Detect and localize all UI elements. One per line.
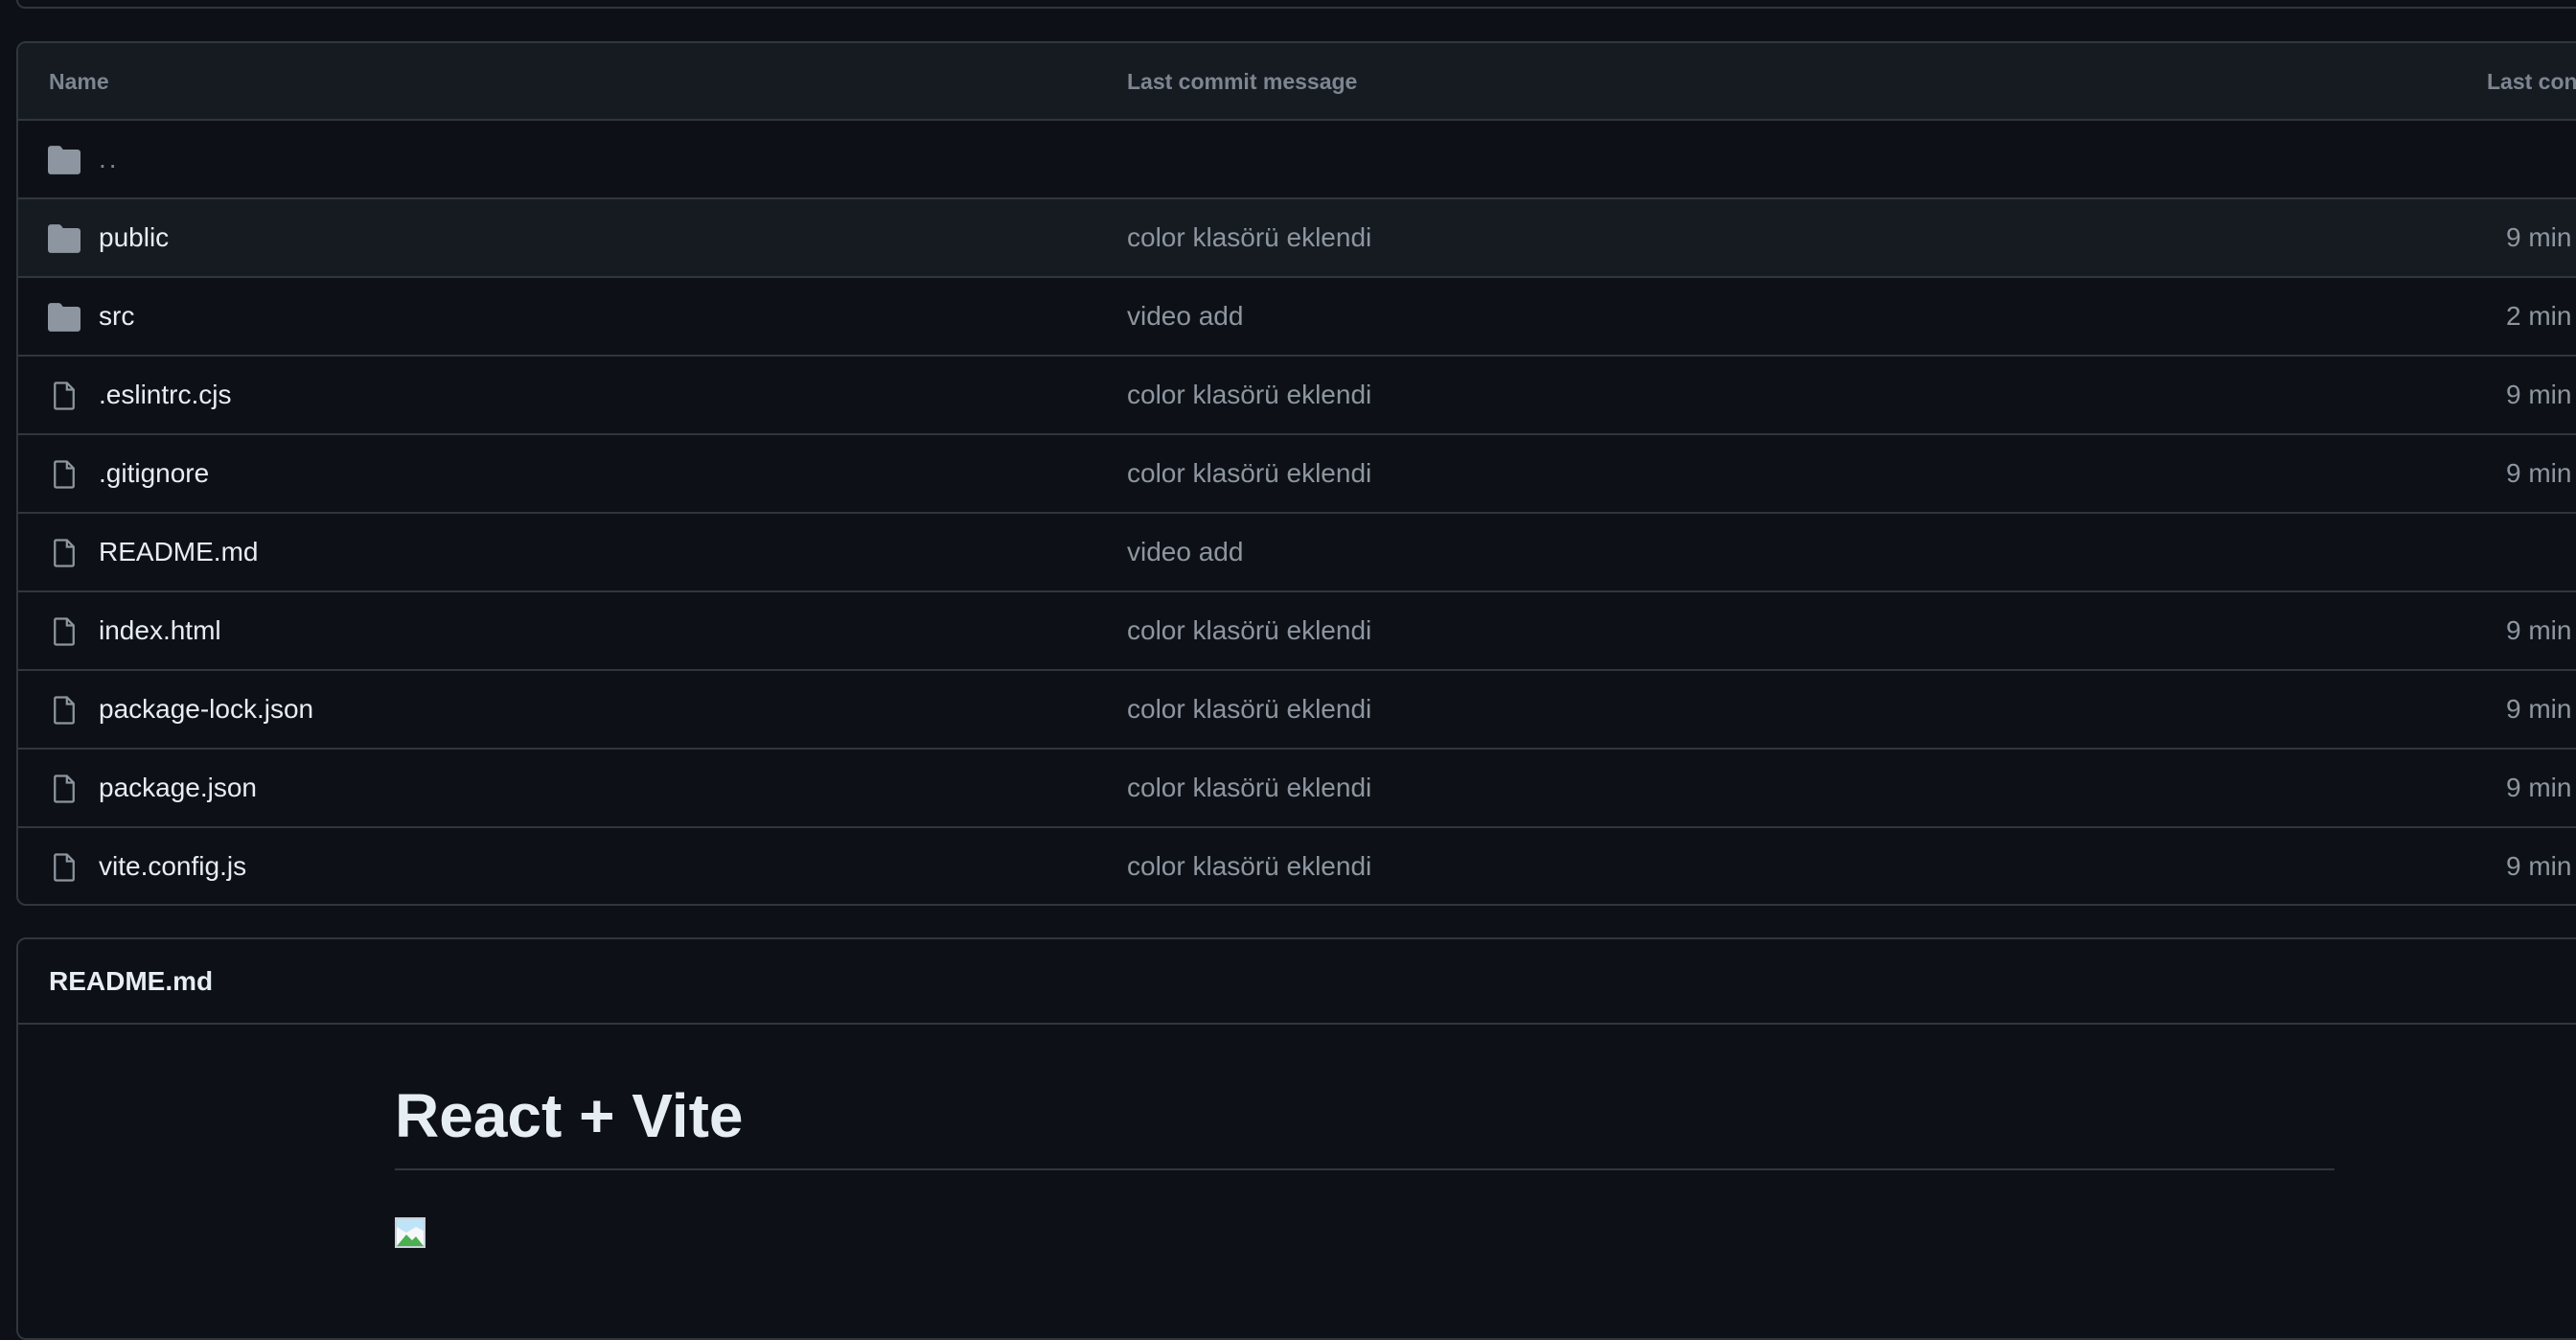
table-row[interactable]: .gitignore color klasörü eklendi 9 min: [18, 435, 2576, 514]
parent-directory-link[interactable]: ..: [99, 121, 120, 197]
commit-message-link[interactable]: color klasörü eklendi: [1127, 671, 1371, 748]
table-row[interactable]: package.json color klasörü eklendi 9 min: [18, 750, 2576, 828]
commit-date: 9 min: [2506, 380, 2572, 409]
table-row[interactable]: public color klasörü eklendi 9 min: [18, 199, 2576, 278]
table-row[interactable]: README.md video add: [18, 514, 2576, 592]
readme-header: README.md: [18, 939, 2576, 1025]
file-name-link[interactable]: README.md: [99, 514, 258, 590]
commit-message-link[interactable]: color klasörü eklendi: [1127, 592, 1371, 669]
commit-message-link[interactable]: color klasörü eklendi: [1127, 357, 1371, 433]
file-icon: [48, 539, 80, 567]
commit-date: 9 min: [2506, 694, 2572, 724]
readme-panel: README.md React + Vite: [16, 937, 2576, 1340]
file-name-link[interactable]: .gitignore: [99, 435, 209, 512]
commit-date: 9 min: [2506, 615, 2572, 645]
file-name-link[interactable]: package-lock.json: [99, 671, 313, 748]
commit-date: 9 min: [2506, 851, 2572, 881]
folder-icon: [48, 303, 80, 332]
folder-icon: [48, 146, 80, 174]
file-icon: [48, 381, 80, 410]
readme-title[interactable]: README.md: [49, 939, 213, 1023]
top-panel-edge: [16, 0, 2576, 9]
folder-icon: [48, 224, 80, 253]
file-icon: [48, 774, 80, 803]
table-header: Name Last commit message Last con: [18, 43, 2576, 121]
table-row[interactable]: vite.config.js color klasörü eklendi 9 min: [18, 828, 2576, 904]
readme-heading: React + Vite: [395, 1082, 2334, 1171]
file-icon: [48, 853, 80, 882]
commit-date: 9 min: [2506, 222, 2572, 252]
commit-date: 9 min: [2506, 773, 2572, 802]
table-row-parent-directory[interactable]: ..: [18, 121, 2576, 199]
commit-message-link[interactable]: video add: [1127, 278, 1243, 355]
file-name-link[interactable]: src: [99, 278, 134, 355]
commit-date: 2 min: [2506, 301, 2572, 331]
commit-message-link[interactable]: color klasörü eklendi: [1127, 750, 1371, 826]
commit-date: 9 min: [2506, 458, 2572, 488]
file-name-link[interactable]: index.html: [99, 592, 221, 669]
file-icon: [48, 617, 80, 646]
commit-message-link[interactable]: color klasörü eklendi: [1127, 828, 1371, 904]
file-table: Name Last commit message Last con .. pub…: [16, 41, 2576, 906]
commit-message-link[interactable]: color klasörü eklendi: [1127, 435, 1371, 512]
table-row[interactable]: src video add 2 min: [18, 278, 2576, 357]
column-header-message: Last commit message: [1127, 69, 1358, 94]
file-name-link[interactable]: vite.config.js: [99, 828, 246, 904]
file-icon: [48, 460, 80, 489]
column-header-date: Last con: [2487, 69, 2576, 94]
file-name-link[interactable]: .eslintrc.cjs: [99, 357, 231, 433]
table-row[interactable]: .eslintrc.cjs color klasörü eklendi 9 min: [18, 357, 2576, 435]
file-icon: [48, 696, 80, 725]
commit-message-link[interactable]: video add: [1127, 514, 1243, 590]
broken-image-icon: [395, 1217, 426, 1248]
file-name-link[interactable]: package.json: [99, 750, 257, 826]
column-header-name: Name: [49, 69, 109, 94]
commit-message-link[interactable]: color klasörü eklendi: [1127, 199, 1371, 276]
table-row[interactable]: index.html color klasörü eklendi 9 min: [18, 592, 2576, 671]
file-name-link[interactable]: public: [99, 199, 169, 276]
table-row[interactable]: package-lock.json color klasörü eklendi 9 …: [18, 671, 2576, 750]
